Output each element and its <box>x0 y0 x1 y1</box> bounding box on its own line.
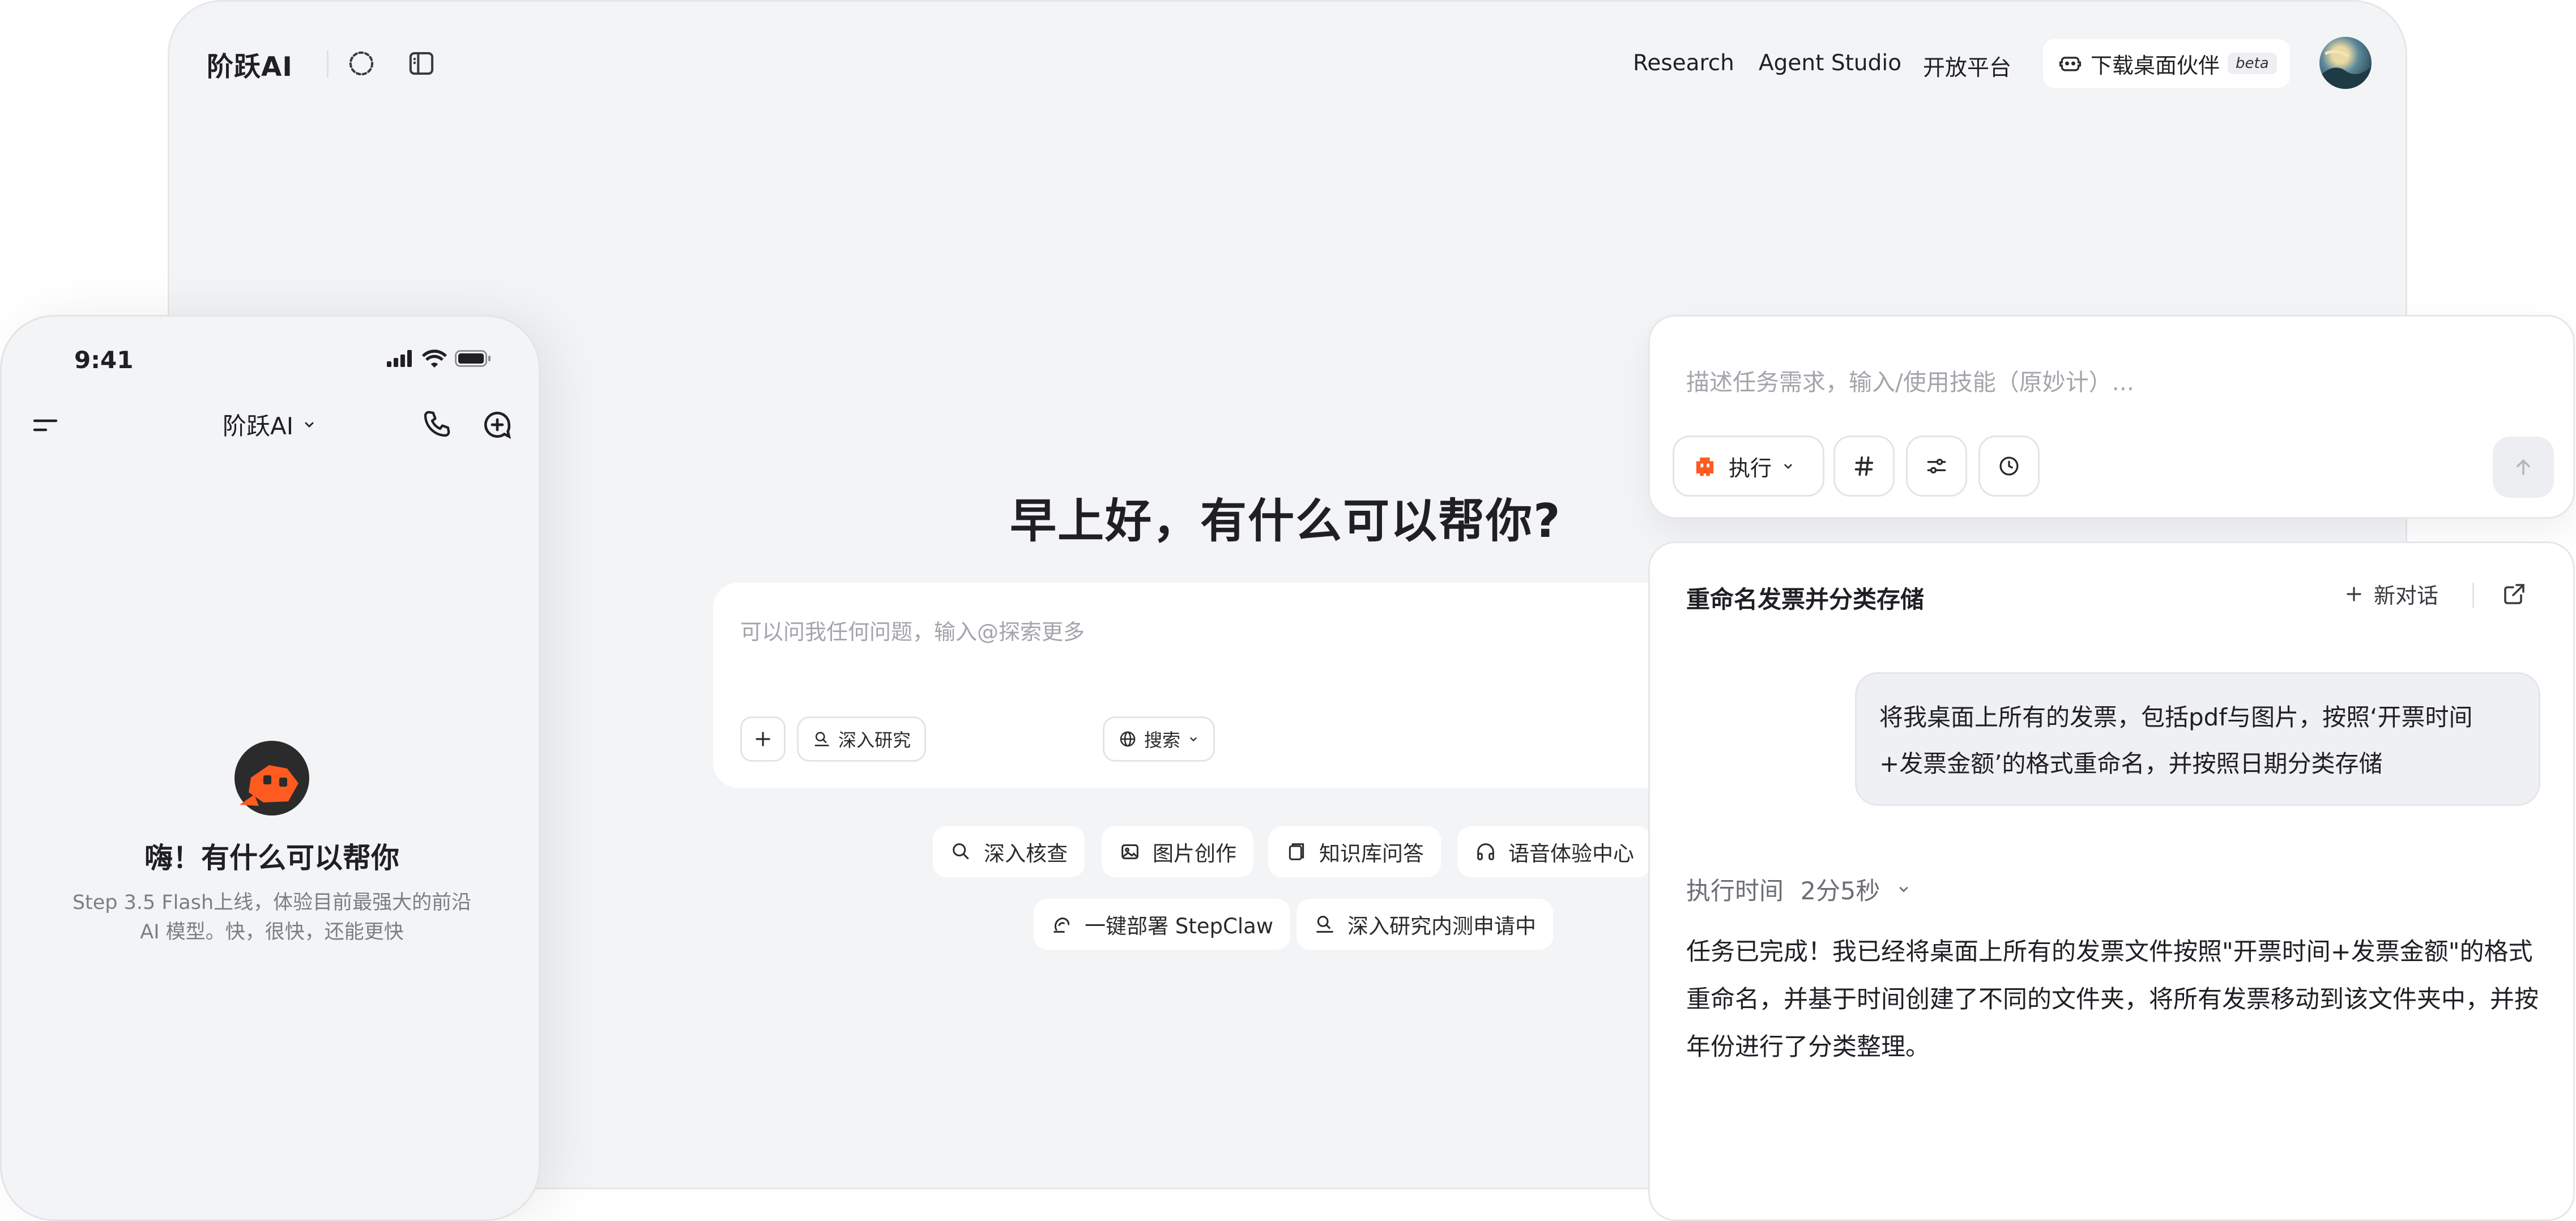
phone-description-line2: AI 模型。快，很快，还能更快 <box>140 921 404 944</box>
phone-greeting: 嗨！有什么可以帮你 <box>144 842 399 874</box>
execute-label: 执行 <box>1729 455 1772 481</box>
task-chat-panel: 重命名发票并分类存储 新对话 将我桌面上所有的发票，包括pdf与图片，按照‘开票… <box>1648 541 2575 1221</box>
schedule-button[interactable] <box>1978 436 2040 497</box>
hashtag-icon <box>1851 453 1877 479</box>
chat-title: 重命名发票并分类存储 <box>1686 586 1925 613</box>
chevron-down-icon <box>302 418 316 432</box>
execution-time-label: 执行时间 <box>1686 877 1784 906</box>
deep-research-icon <box>812 729 831 749</box>
wifi-icon <box>422 349 447 368</box>
divider <box>2472 583 2474 608</box>
suggestion-deploy-stepclaw[interactable]: 一键部署 StepClaw <box>1034 899 1291 950</box>
download-label: 下载桌面伙伴 <box>2091 53 2220 78</box>
settings-sliders-button[interactable] <box>1906 436 1967 497</box>
execution-time-value: 2分5秒 <box>1800 877 1880 906</box>
globe-icon <box>1118 729 1137 749</box>
phone-title: 阶跃AI <box>223 412 294 440</box>
deep-research-label: 深入研究 <box>838 729 911 751</box>
plus-icon <box>752 728 774 750</box>
execution-time-toggle[interactable]: 执行时间 2分5秒 <box>1686 872 1912 907</box>
nav-open-platform[interactable]: 开放平台 <box>1923 50 2011 82</box>
new-chat-label: 新对话 <box>2374 583 2439 608</box>
clock-icon <box>1997 454 2021 478</box>
search-label: 搜索 <box>1144 729 1181 751</box>
greeting-heading: 早上好，有什么可以帮你? <box>1010 494 1562 548</box>
claw-icon <box>1051 913 1073 936</box>
open-external-icon[interactable] <box>2501 580 2528 608</box>
user-message-line1: 将我桌面上所有的发票，包括pdf与图片，按照‘开票时间 <box>1879 703 2473 731</box>
user-message-line2: +发票金额’的格式重命名，并按照日期分类存储 <box>1879 750 2383 778</box>
divider <box>327 50 329 78</box>
suggestion-deep-check[interactable]: 深入核查 <box>933 826 1085 877</box>
task-input-panel[interactable]: 描述任务需求，输入/使用技能（原妙计）... 执行 <box>1648 315 2575 519</box>
chevron-down-icon <box>1187 733 1200 745</box>
task-input-placeholder: 描述任务需求，输入/使用技能（原妙计）... <box>1686 369 2134 396</box>
suggestion-knowledge-qa[interactable]: 知识库问答 <box>1268 826 1441 877</box>
beta-badge: beta <box>2228 53 2277 74</box>
chevron-down-icon <box>1781 459 1795 473</box>
sidebar-toggle-icon[interactable] <box>406 48 437 79</box>
stepfun-mascot-icon <box>1690 451 1720 481</box>
status-bar-icons <box>387 349 491 368</box>
suggestion-label: 语音体验中心 <box>1508 842 1634 866</box>
hashtag-button[interactable] <box>1833 436 1895 497</box>
robot-icon <box>2058 51 2083 76</box>
image-icon <box>1119 840 1141 863</box>
sliders-icon <box>1924 454 1949 479</box>
send-button[interactable] <box>2493 437 2554 498</box>
chevron-down-icon <box>1896 881 1912 897</box>
deep-research-toggle[interactable]: 深入研究 <box>797 716 927 762</box>
loading-circle-icon[interactable] <box>346 48 377 79</box>
user-message-bubble: 将我桌面上所有的发票，包括pdf与图片，按照‘开票时间 +发票金额’的格式重命名… <box>1855 672 2540 806</box>
search-toggle[interactable]: 搜索 <box>1103 716 1216 762</box>
phone-call-icon[interactable] <box>420 407 454 441</box>
main-chat-input[interactable]: 可以问我任何问题，输入@探索更多 深入研究 搜索 <box>713 583 1727 788</box>
download-desktop-button[interactable]: 下载桌面伙伴 beta <box>2043 39 2290 88</box>
deep-research-icon <box>1313 913 1336 936</box>
status-time: 9:41 <box>74 346 134 374</box>
phone-description-line1: Step 3.5 Flash上线，体验目前最强大的前沿 <box>72 891 472 914</box>
menu-icon[interactable] <box>31 414 59 437</box>
mobile-phone-frame: 9:41 阶跃AI 嗨！有什么可以帮你 Step 3.5 Flash上线，体验目… <box>0 315 540 1221</box>
user-avatar[interactable] <box>2319 37 2372 89</box>
nav-research[interactable]: Research <box>1633 50 1734 76</box>
phone-title-dropdown[interactable]: 阶跃AI <box>223 407 316 442</box>
new-chat-button[interactable]: 新对话 <box>2343 578 2438 609</box>
suggestion-label: 一键部署 StepClaw <box>1085 914 1274 938</box>
suggestion-label: 图片创作 <box>1153 842 1236 866</box>
suggestion-deep-research-beta[interactable]: 深入研究内测申请中 <box>1296 899 1553 950</box>
battery-icon <box>455 350 491 367</box>
signal-icon <box>387 350 414 367</box>
add-attachment-button[interactable] <box>740 716 786 762</box>
nav-agent-studio[interactable]: Agent Studio <box>1759 50 1901 76</box>
stepfun-logo-icon <box>229 736 314 821</box>
search-check-icon <box>950 840 973 863</box>
new-chat-icon[interactable] <box>480 407 515 442</box>
suggestion-label: 深入研究内测申请中 <box>1347 914 1536 938</box>
book-icon <box>1285 840 1308 863</box>
suggestion-image-creation[interactable]: 图片创作 <box>1102 826 1253 877</box>
execute-mode-dropdown[interactable]: 执行 <box>1673 436 1824 497</box>
chat-input-placeholder: 可以问我任何问题，输入@探索更多 <box>740 620 1085 644</box>
suggestion-label: 深入核查 <box>984 842 1068 866</box>
app-logo[interactable]: 阶跃AI <box>207 45 293 84</box>
assistant-result-message: 任务已完成！我已经将桌面上所有的发票文件按照"开票时间+发票金额"的格式重命名，… <box>1686 938 2539 1061</box>
arrow-up-icon <box>2512 456 2535 479</box>
headphones-icon <box>1474 840 1497 863</box>
suggestion-voice-center[interactable]: 语音体验中心 <box>1457 826 1651 877</box>
suggestion-label: 知识库问答 <box>1319 842 1424 866</box>
plus-icon <box>2343 583 2365 605</box>
